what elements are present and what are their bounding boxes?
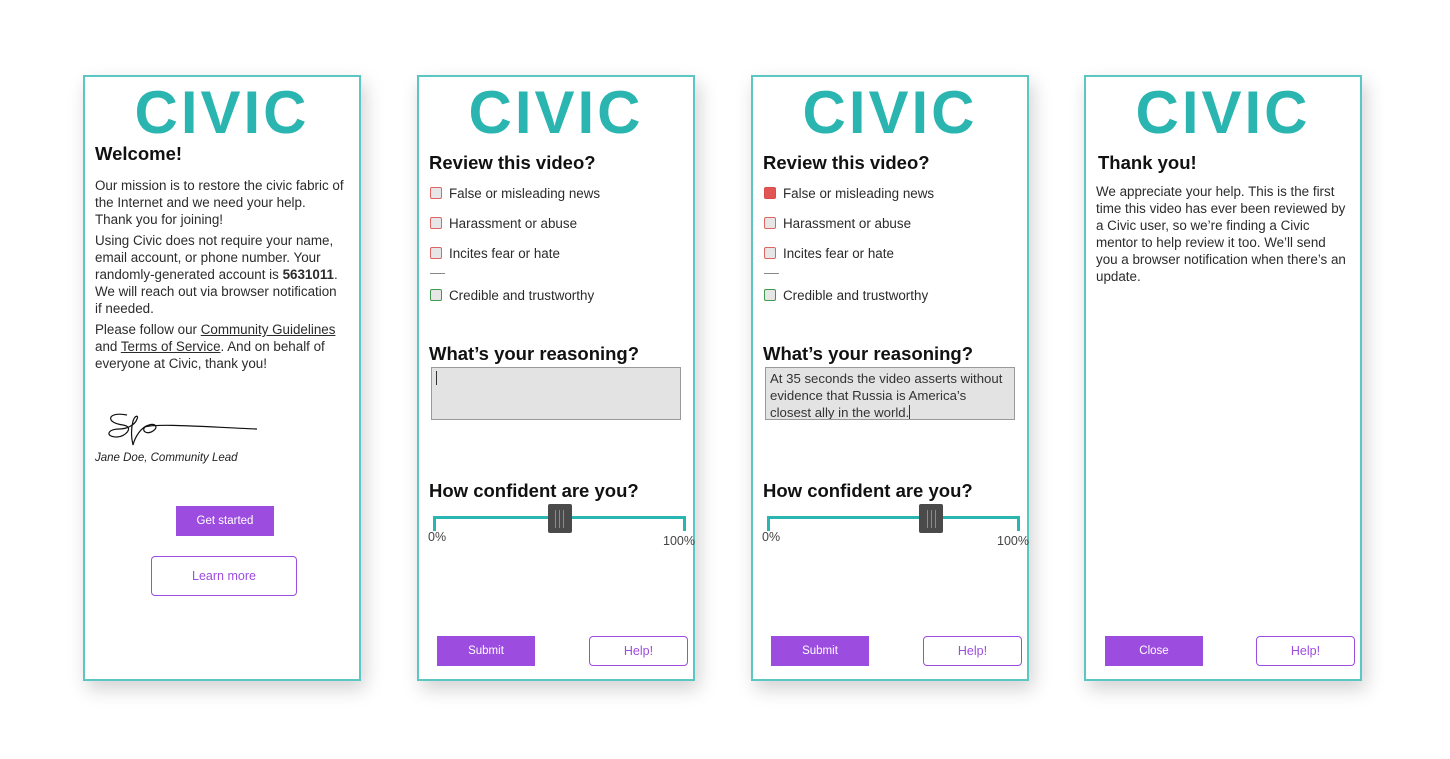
review-screen-empty: CIVIC Review this video? False or mislea… bbox=[417, 75, 695, 681]
reasoning-title: What’s your reasoning? bbox=[429, 343, 640, 364]
options-divider bbox=[430, 273, 445, 274]
checkbox[interactable] bbox=[764, 247, 776, 259]
thank-you-title: Thank you! bbox=[1098, 152, 1197, 173]
signature-caption: Jane Doe, Community Lead bbox=[95, 452, 238, 464]
option-incites-fear[interactable]: Incites fear or hate bbox=[430, 244, 560, 262]
help-button[interactable]: Help! bbox=[923, 636, 1022, 666]
option-credible[interactable]: Credible and trustworthy bbox=[764, 286, 928, 304]
option-harassment[interactable]: Harassment or abuse bbox=[764, 214, 911, 232]
thank-you-screen: CIVIC Thank you! We appreciate your help… bbox=[1084, 75, 1362, 681]
welcome-screen: CIVIC Welcome! Our mission is to restore… bbox=[83, 75, 361, 681]
checkbox[interactable] bbox=[430, 247, 442, 259]
text-cursor bbox=[436, 371, 437, 385]
slider-min-label: 0% bbox=[762, 530, 781, 544]
svg-text:CIVIC: CIVIC bbox=[137, 85, 307, 137]
submit-button[interactable]: Submit bbox=[771, 636, 869, 666]
checkbox-checked[interactable] bbox=[764, 187, 776, 199]
text-cursor bbox=[909, 405, 911, 419]
option-credible[interactable]: Credible and trustworthy bbox=[430, 286, 594, 304]
civic-logo: CIVIC bbox=[85, 85, 359, 137]
confidence-title: How confident are you? bbox=[429, 480, 639, 501]
slider-max-cap bbox=[1017, 516, 1020, 531]
welcome-title: Welcome! bbox=[95, 143, 183, 164]
privacy-text: Using Civic does not require your name, … bbox=[95, 233, 338, 316]
options-divider bbox=[764, 273, 779, 274]
get-started-button[interactable]: Get started bbox=[176, 506, 274, 536]
reasoning-textarea[interactable] bbox=[431, 367, 681, 420]
option-harassment[interactable]: Harassment or abuse bbox=[430, 214, 577, 232]
slider-min-label: 0% bbox=[428, 530, 447, 544]
signature-image bbox=[108, 413, 258, 446]
civic-logo: CIVIC bbox=[1086, 85, 1360, 137]
svg-text:CIVIC: CIVIC bbox=[805, 85, 975, 137]
slider-thumb[interactable] bbox=[919, 504, 944, 533]
checkbox[interactable] bbox=[430, 187, 442, 199]
reasoning-textarea[interactable]: At 35 seconds the video asserts without … bbox=[765, 367, 1015, 420]
terms-of-service-link[interactable]: Terms of Service bbox=[121, 339, 221, 354]
help-button[interactable]: Help! bbox=[1256, 636, 1355, 666]
learn-more-button[interactable]: Learn more bbox=[151, 556, 297, 596]
welcome-body: Our mission is to restore the civic fabr… bbox=[95, 177, 345, 376]
close-button[interactable]: Close bbox=[1105, 636, 1203, 666]
slider-max-label: 100% bbox=[997, 534, 1029, 548]
option-false-news[interactable]: False or misleading news bbox=[430, 184, 600, 202]
mission-text: Our mission is to restore the civic fabr… bbox=[95, 178, 344, 227]
checkbox[interactable] bbox=[430, 217, 442, 229]
option-incites-fear[interactable]: Incites fear or hate bbox=[764, 244, 894, 262]
guidelines-text: Please follow our Community Guidelines a… bbox=[95, 322, 336, 371]
slider-max-label: 100% bbox=[663, 534, 695, 548]
option-false-news[interactable]: False or misleading news bbox=[764, 184, 934, 202]
checkbox[interactable] bbox=[764, 289, 776, 301]
civic-logo: CIVIC bbox=[753, 85, 1027, 137]
review-screen-filled: CIVIC Review this video? False or mislea… bbox=[751, 75, 1029, 681]
help-button[interactable]: Help! bbox=[589, 636, 688, 666]
reasoning-title: What’s your reasoning? bbox=[763, 343, 974, 364]
civic-logo: CIVIC bbox=[419, 85, 693, 137]
confidence-title: How confident are you? bbox=[763, 480, 973, 501]
slider-thumb[interactable] bbox=[547, 504, 572, 533]
thank-you-message: We appreciate your help. This is the fir… bbox=[1096, 184, 1346, 284]
checkbox[interactable] bbox=[764, 217, 776, 229]
account-id: 5631011 bbox=[282, 267, 334, 282]
slider-max-cap bbox=[683, 516, 686, 531]
svg-text:CIVIC: CIVIC bbox=[471, 85, 641, 137]
checkbox[interactable] bbox=[430, 289, 442, 301]
submit-button[interactable]: Submit bbox=[437, 636, 535, 666]
community-guidelines-link[interactable]: Community Guidelines bbox=[201, 322, 336, 337]
slider-track[interactable] bbox=[767, 516, 1020, 519]
svg-text:CIVIC: CIVIC bbox=[1138, 85, 1308, 137]
review-title: Review this video? bbox=[763, 152, 930, 173]
review-title: Review this video? bbox=[429, 152, 596, 173]
